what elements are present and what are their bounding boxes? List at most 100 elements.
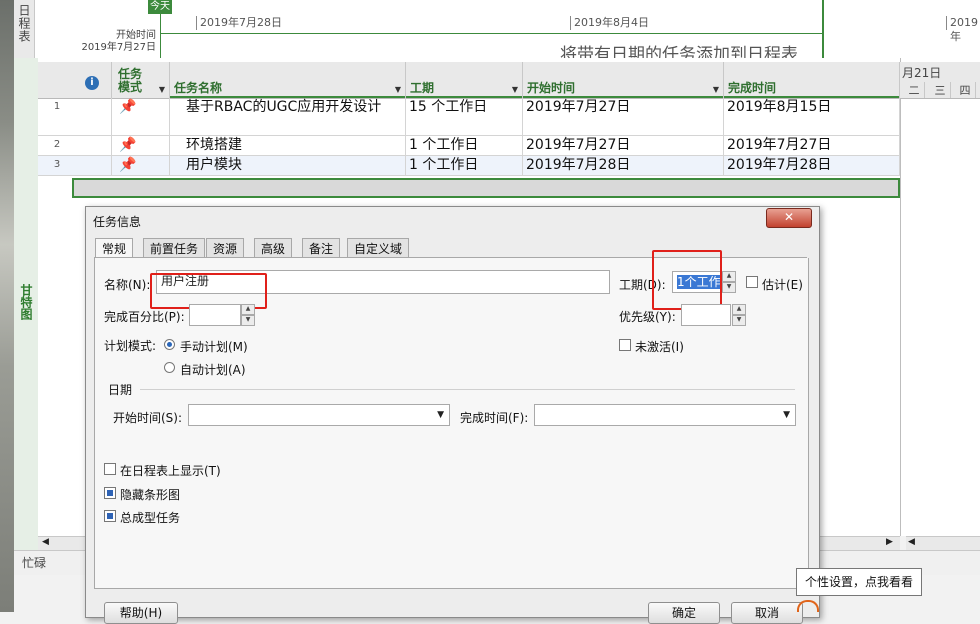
duration-cell[interactable]: 15 个工作日 bbox=[406, 98, 523, 135]
tab-custom-fields[interactable]: 自定义域 bbox=[347, 238, 410, 258]
percent-spin-up[interactable]: ▲ bbox=[241, 304, 255, 315]
mode-column-header[interactable]: 任务 模式 ▼ bbox=[112, 62, 170, 98]
start-column-header[interactable]: 开始时间 ▼ bbox=[523, 62, 724, 98]
scroll-left-icon[interactable]: ◀ bbox=[42, 537, 49, 547]
help-button[interactable]: 帮助(H) bbox=[104, 602, 178, 624]
timeline-tick: 2019年 bbox=[946, 16, 980, 43]
duration-spin-down[interactable]: ▼ bbox=[722, 282, 736, 293]
tab-predecessors[interactable]: 前置任务 bbox=[143, 238, 206, 258]
info-cell bbox=[72, 98, 112, 135]
view-label-strip: 甘特图 bbox=[14, 58, 39, 550]
name-label: 名称(N): bbox=[104, 278, 151, 292]
timeline-tick: 2019年7月28日 bbox=[196, 16, 282, 30]
start-cell[interactable]: 2019年7月28日 bbox=[523, 156, 724, 175]
start-cell[interactable]: 2019年7月27日 bbox=[523, 98, 724, 135]
personalization-tooltip[interactable]: 个性设置，点我看看 bbox=[796, 568, 922, 596]
finish-date-select[interactable]: ▼ bbox=[534, 404, 796, 426]
hide-bar-label: 隐藏条形图 bbox=[120, 488, 181, 502]
selected-empty-row[interactable] bbox=[72, 178, 900, 198]
start-cell[interactable]: 2019年7月27日 bbox=[523, 136, 724, 155]
today-marker: 今天 bbox=[148, 0, 172, 14]
tab-general[interactable]: 常规 bbox=[95, 238, 134, 259]
dropdown-arrow-icon: ▼ bbox=[437, 410, 444, 420]
timeline-label: 日程表 bbox=[14, 0, 35, 58]
estimated-label: 估计(E) bbox=[762, 278, 803, 292]
auto-schedule-radio[interactable] bbox=[164, 362, 175, 373]
summary-task-label: 总成型任务 bbox=[120, 511, 181, 525]
section-divider bbox=[140, 389, 795, 390]
finish-cell[interactable]: 2019年7月28日 bbox=[724, 156, 900, 175]
mode-label: 计划模式: bbox=[104, 339, 157, 353]
chevron-down-icon[interactable]: ▼ bbox=[159, 85, 165, 94]
gantt-chart-area[interactable] bbox=[900, 58, 980, 536]
chevron-down-icon[interactable]: ▼ bbox=[512, 85, 518, 94]
duration-column-header[interactable]: 工期 ▼ bbox=[406, 62, 523, 98]
table-row[interactable]: 2 📌 环境搭建 1 个工作日 2019年7月27日 2019年7月27日 bbox=[38, 136, 900, 156]
priority-input[interactable] bbox=[681, 304, 731, 326]
chevron-down-icon[interactable]: ▼ bbox=[713, 85, 719, 94]
info-cell bbox=[72, 156, 112, 175]
chevron-down-icon[interactable]: ▼ bbox=[395, 85, 401, 94]
timeline-end-line bbox=[822, 0, 824, 58]
desktop-edge bbox=[0, 0, 14, 612]
timeline-axis bbox=[160, 33, 824, 34]
tab-advanced[interactable]: 高级 bbox=[254, 238, 293, 258]
percent-spin-down[interactable]: ▼ bbox=[241, 315, 255, 326]
duration-cell[interactable]: 1 个工作日 bbox=[406, 136, 523, 155]
finish-column-header[interactable]: 完成时间 bbox=[724, 62, 900, 98]
row-number: 3 bbox=[53, 159, 61, 170]
show-on-timeline-checkbox[interactable] bbox=[104, 463, 116, 475]
pin-icon: 📌 bbox=[119, 157, 137, 173]
priority-spin-up[interactable]: ▲ bbox=[732, 304, 746, 315]
finish-cell[interactable]: 2019年8月15日 bbox=[724, 98, 900, 135]
info-icon: i bbox=[85, 76, 99, 90]
percent-label: 完成百分比(P): bbox=[104, 310, 185, 324]
dialog-title: 任务信息 bbox=[93, 215, 142, 229]
name-column-header[interactable]: 任务名称 ▼ bbox=[170, 62, 406, 98]
percent-input[interactable] bbox=[189, 304, 241, 326]
manual-schedule-radio[interactable] bbox=[164, 339, 175, 350]
timeline-tick: 2019年8月4日 bbox=[570, 16, 649, 30]
finish-cell[interactable]: 2019年7月27日 bbox=[724, 136, 900, 155]
summary-task-checkbox[interactable] bbox=[104, 510, 116, 522]
tab-notes[interactable]: 备注 bbox=[302, 238, 341, 258]
priority-label: 优先级(Y): bbox=[619, 310, 676, 324]
pin-icon: 📌 bbox=[119, 137, 137, 153]
cancel-button[interactable]: 取消 bbox=[731, 602, 803, 624]
row-number: 2 bbox=[53, 139, 61, 150]
task-name-cell[interactable]: 基于RBAC的UGC应用开发设计 bbox=[170, 98, 406, 135]
estimated-checkbox[interactable] bbox=[746, 276, 758, 288]
auto-schedule-label: 自动计划(A) bbox=[180, 363, 246, 377]
today-line bbox=[160, 14, 161, 58]
timescale-day: 四 bbox=[955, 82, 976, 98]
ok-button[interactable]: 确定 bbox=[648, 602, 720, 624]
gantt-horizontal-scrollbar[interactable]: ◀ bbox=[906, 536, 980, 551]
priority-spin-down[interactable]: ▼ bbox=[732, 315, 746, 326]
duration-cell[interactable]: 1 个工作日 bbox=[406, 156, 523, 175]
timeline-start: 开始时间 2019年7月27日 bbox=[81, 30, 156, 53]
duration-spin-up[interactable]: ▲ bbox=[722, 271, 736, 282]
dropdown-arrow-icon: ▼ bbox=[783, 410, 790, 420]
finish-date-label: 完成时间(F): bbox=[460, 411, 529, 425]
mode-cell: 📌 bbox=[112, 98, 170, 135]
timescale-day: 三 bbox=[930, 82, 951, 98]
start-date-select[interactable]: ▼ bbox=[188, 404, 450, 426]
task-name-cell[interactable]: 环境搭建 bbox=[170, 136, 406, 155]
show-on-timeline-label: 在日程表上显示(T) bbox=[120, 464, 221, 478]
timescale-day: 二 bbox=[904, 82, 925, 98]
info-cell bbox=[72, 136, 112, 155]
tab-resources[interactable]: 资源 bbox=[206, 238, 245, 258]
row-number: 1 bbox=[53, 101, 61, 112]
table-row[interactable]: 3 📌 用户模块 1 个工作日 2019年7月28日 2019年7月28日 bbox=[38, 156, 900, 176]
scroll-left-icon[interactable]: ◀ bbox=[908, 537, 915, 547]
table-row[interactable]: 1 📌 基于RBAC的UGC应用开发设计 15 个工作日 2019年7月27日 … bbox=[38, 98, 900, 136]
info-column-header[interactable]: i bbox=[72, 62, 112, 98]
scroll-right-icon[interactable]: ▶ bbox=[886, 537, 893, 547]
hide-bar-checkbox[interactable] bbox=[104, 487, 116, 499]
task-name-cell[interactable]: 用户模块 bbox=[170, 156, 406, 175]
manual-schedule-label: 手动计划(M) bbox=[180, 340, 248, 354]
close-button[interactable]: ✕ bbox=[766, 208, 812, 228]
start-date-label: 开始时间(S): bbox=[113, 411, 183, 425]
inactive-label: 未激活(I) bbox=[635, 340, 684, 354]
inactive-checkbox[interactable] bbox=[619, 339, 631, 351]
